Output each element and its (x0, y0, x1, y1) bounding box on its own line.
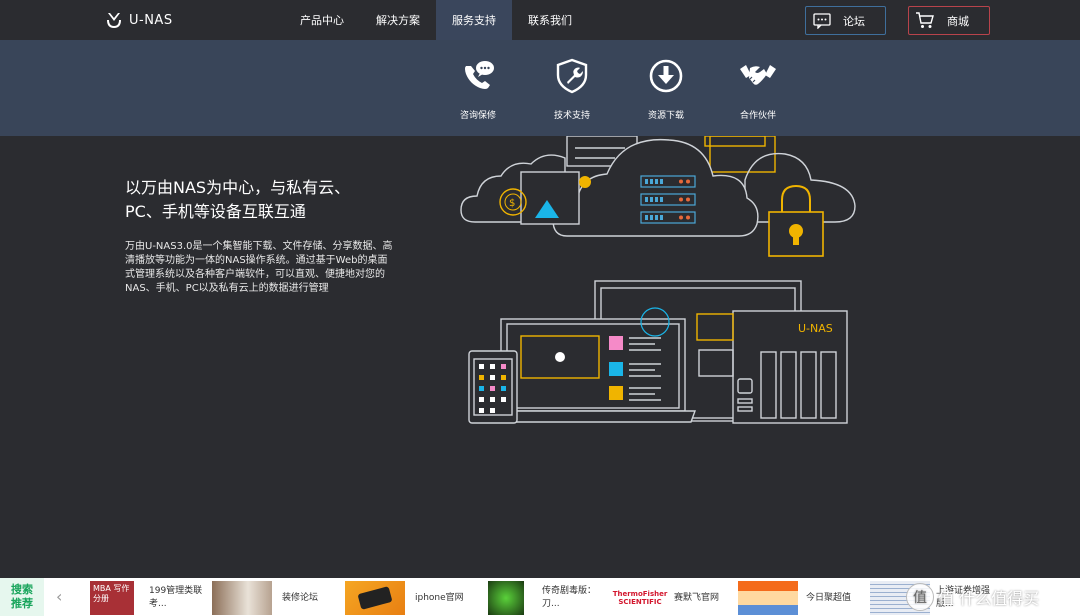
nas-device-label: U-NAS (798, 322, 833, 335)
phone-chat-icon (458, 56, 498, 96)
watermark-logo-icon: 值 (906, 583, 934, 611)
forum-button[interactable]: 论坛 (805, 6, 886, 35)
dropdown-item-warranty[interactable]: 咨询保修 (438, 56, 518, 121)
search-recommend-bar: 搜索 推荐 ‹ MBA 写作分册 199管理类联考... 装修论坛 iphone… (0, 578, 1080, 616)
ad-thumb: ThermoFisher SCIENTIFIC (610, 581, 670, 615)
dropdown-item-partners[interactable]: 合作伙伴 (718, 56, 798, 121)
ad-text: 199管理类联考... (149, 586, 203, 609)
mall-button[interactable]: 商城 (908, 6, 990, 35)
wrench-shield-icon (552, 56, 592, 96)
forum-label: 论坛 (843, 14, 865, 28)
ad-text: iphone官网 (415, 592, 464, 603)
ad-item[interactable]: 传奇剧毒版：刀... (488, 580, 600, 616)
ad-text: 赛默飞官网 (674, 592, 720, 603)
ad-text: 装修论坛 (282, 592, 319, 603)
dropdown-label-partners: 合作伙伴 (739, 111, 776, 121)
ad-item[interactable]: 今日聚超值 (738, 580, 864, 616)
ad-item[interactable]: iphone官网 (345, 580, 473, 616)
u-nas-logo-icon (107, 13, 121, 28)
site-watermark: 值 值 什么值得买 (906, 578, 1039, 616)
cloud-devices-illustration: $ U-NAS (460, 136, 856, 424)
nav-contact[interactable]: 联系我们 (512, 0, 588, 40)
dropdown-item-tech-support[interactable]: 技术支持 (532, 56, 612, 121)
cart-icon (916, 12, 934, 28)
watermark-text: 值 什么值得买 (938, 589, 1040, 608)
hero-description: 万由U-NAS3.0是一个集智能下载、文件存储、分享数据、高清播放等功能为一体的… (125, 241, 393, 294)
nav-products[interactable]: 产品中心 (284, 0, 360, 40)
top-navigation-bar: U-NAS 产品中心 解决方案 服务支持 联系我们 论坛 商城 (0, 0, 1080, 40)
handshake-icon (738, 56, 778, 96)
hero-headline: 以万由NAS为中心，与私有云、 PC、手机等设备互联互通 (125, 176, 425, 224)
download-icon (646, 56, 686, 96)
search-recommend-label: 搜索 推荐 (0, 578, 44, 616)
ad-text: 今日聚超值 (806, 592, 852, 603)
mall-label: 商城 (947, 14, 969, 28)
ad-thumb (212, 581, 272, 615)
dropdown-label-warranty: 咨询保修 (459, 111, 496, 121)
ad-thumb (738, 581, 798, 615)
logo-text: U-NAS (129, 12, 173, 28)
hero-headline-line-1: 以万由NAS为中心，与私有云、 (125, 178, 351, 197)
svg-text:$: $ (509, 198, 515, 209)
ad-item[interactable]: ThermoFisher SCIENTIFIC 赛默飞官网 (610, 580, 732, 616)
ad-thumb: MBA 写作分册 (90, 581, 134, 615)
logo[interactable]: U-NAS (106, 10, 173, 30)
nav-service-support[interactable]: 服务支持 (436, 0, 512, 40)
dropdown-item-downloads[interactable]: 资源下载 (626, 56, 706, 121)
ad-text: 传奇剧毒版：刀... (542, 586, 597, 609)
ad-item[interactable]: MBA 写作分册 199管理类联考... (90, 580, 207, 616)
chevron-left-icon[interactable]: ‹ (56, 587, 62, 606)
ad-thumb (488, 581, 524, 615)
nav-solutions[interactable]: 解决方案 (360, 0, 436, 40)
ad-thumb (345, 581, 405, 615)
dropdown-label-downloads: 资源下载 (647, 111, 684, 121)
main-nav: 产品中心 解决方案 服务支持 联系我们 (284, 0, 588, 40)
hero-headline-line-2: PC、手机等设备互联互通 (125, 202, 306, 221)
dropdown-label-tech-support: 技术支持 (553, 111, 590, 121)
chat-icon (813, 12, 831, 29)
ad-item[interactable]: 装修论坛 (212, 580, 340, 616)
service-support-dropdown: 咨询保修 技术支持 资源下载 合作伙伴 (0, 40, 1080, 136)
